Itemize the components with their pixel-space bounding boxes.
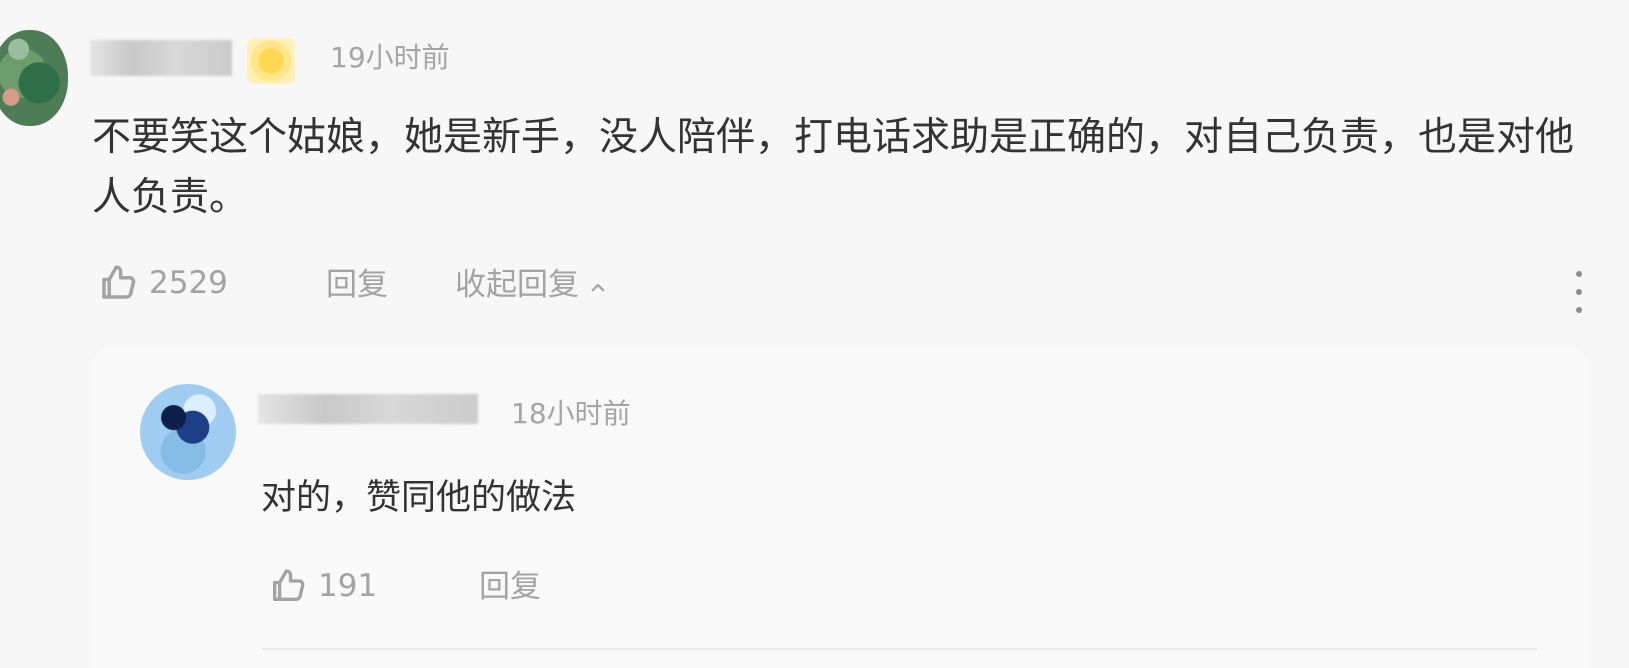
reply-like-count: 191 bbox=[318, 567, 378, 604]
main-comment-blurred-username[interactable] bbox=[90, 40, 232, 76]
thumbs-up-icon bbox=[273, 569, 305, 601]
collapse-replies-label: 收起回复 bbox=[455, 267, 579, 303]
chevron-up-icon bbox=[589, 279, 607, 297]
main-comment-like-button[interactable]: 2529 bbox=[97, 262, 228, 304]
more-dot-1 bbox=[1576, 271, 1582, 277]
main-comment-reply-button[interactable]: 回复 bbox=[326, 270, 388, 301]
reply-blurred-username[interactable] bbox=[258, 394, 478, 424]
main-comment-timestamp: 19小时前 bbox=[330, 41, 450, 74]
reply-like-button[interactable]: 191 bbox=[268, 566, 377, 606]
main-comment-avatar[interactable] bbox=[0, 30, 68, 126]
thumbs-up-icon bbox=[102, 265, 136, 299]
reply-divider bbox=[262, 648, 1537, 650]
more-vertical-icon[interactable] bbox=[1571, 271, 1587, 313]
user-badge-icon bbox=[247, 38, 295, 84]
main-comment-text: 不要笑这个姑娘，她是新手，没人陪伴，打电话求助是正确的，对自己负责，也是对他人负… bbox=[92, 115, 1575, 220]
more-dot-3 bbox=[1576, 307, 1582, 313]
more-dot-2 bbox=[1576, 289, 1582, 295]
main-comment-like-count: 2529 bbox=[149, 264, 228, 301]
reply-timestamp: 18小时前 bbox=[511, 397, 631, 430]
reply-text: 对的，赞同他的做法 bbox=[261, 478, 577, 518]
reply-avatar[interactable] bbox=[140, 384, 236, 480]
comment-thread: 19小时前 不要笑这个姑娘，她是新手，没人陪伴，打电话求助是正确的，对自己负责，… bbox=[0, 0, 1629, 668]
collapse-replies-button[interactable]: 收起回复 bbox=[455, 270, 607, 301]
reply-reply-button[interactable]: 回复 bbox=[479, 572, 541, 603]
